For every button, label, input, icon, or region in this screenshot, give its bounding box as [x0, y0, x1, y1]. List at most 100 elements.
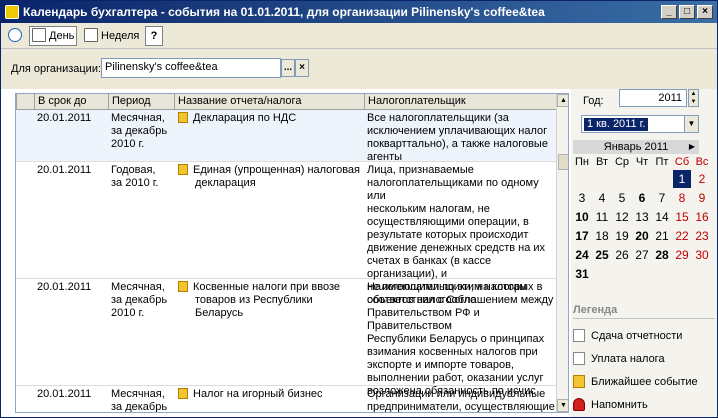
legend-label: Ближайшее событие [591, 376, 698, 388]
cell-text: за декабрь [111, 125, 168, 137]
report-icon [178, 281, 188, 292]
header-taxpayer[interactable]: Налогоплательщик [364, 94, 556, 110]
week-view-button[interactable]: Неделя [81, 26, 141, 46]
cell-text: товаров из Республики Беларусь [195, 294, 313, 319]
refresh-icon [8, 28, 22, 42]
calendar-day[interactable]: 1 [673, 170, 691, 188]
calendar-day[interactable]: 11 [593, 208, 611, 226]
cell-text: Налог на игорный бизнес [193, 388, 323, 400]
cell-period: Месячная, за декабрь [111, 388, 173, 412]
calendar-month-header: Январь 2011 ▶ [573, 140, 699, 154]
report-icon [178, 164, 188, 175]
table-row[interactable]: 20.01.2011 Месячная, за декабрь 2010 г. Декл… [16, 110, 556, 164]
cell-report-name: Декларация по НДС [178, 112, 362, 125]
calendar-day[interactable]: 27 [633, 246, 651, 264]
calendar-day[interactable]: 16 [693, 208, 711, 226]
cell-period: Месячная, за декабрь 2010 г. [111, 281, 173, 320]
cell-text: нескольким налогам, не [367, 203, 490, 215]
refresh-button[interactable] [5, 26, 27, 46]
table-row[interactable]: 20.01.2011 Месячная, за декабрь Налог на иг… [16, 386, 556, 412]
chevron-down-icon[interactable]: ▼ [684, 116, 698, 132]
cell-text: за декабрь [111, 294, 168, 306]
calendar-day[interactable]: 22 [673, 227, 691, 245]
calendar-day[interactable]: 17 [573, 227, 591, 245]
calendar-day[interactable]: 14 [653, 208, 671, 226]
calendar-day[interactable]: 8 [673, 189, 691, 207]
calendar-day[interactable]: 9 [693, 189, 711, 207]
title-bar: Календарь бухгалтера - события на 01.01.… [1, 1, 717, 23]
calendar-day[interactable]: 20 [633, 227, 651, 245]
calendar-day[interactable]: 31 [573, 265, 591, 283]
calendar-day[interactable]: 24 [573, 246, 591, 264]
select-organization-button[interactable]: ... [281, 59, 295, 77]
help-button[interactable]: ? [145, 26, 163, 46]
calendar-day[interactable]: 19 [613, 227, 631, 245]
calendar-day[interactable]: 30 [693, 246, 711, 264]
calendar-day[interactable]: 13 [633, 208, 651, 226]
scroll-down-icon[interactable]: ▼ [557, 399, 568, 412]
day-view-button[interactable]: День [29, 26, 77, 46]
table-row[interactable]: 20.01.2011 Месячная, за декабрь 2010 г. Косв… [16, 279, 556, 397]
cell-text: Месячная, [111, 281, 165, 293]
close-button[interactable]: × [697, 5, 713, 19]
weekday-row: Пн Вт Ср Чт Пт Сб Вс [571, 155, 717, 169]
cell-taxpayer: Все налогоплательщики (за исключением упл… [367, 112, 555, 164]
header-due-date[interactable]: В срок до [34, 94, 108, 110]
next-month-icon[interactable]: ▶ [689, 140, 695, 154]
clear-organization-button[interactable]: × [295, 59, 309, 77]
app-icon [5, 5, 19, 19]
cell-report-name: Налог на игорный бизнес [178, 388, 362, 401]
minimize-button[interactable]: _ [661, 5, 677, 19]
organization-field[interactable]: Pilinensky's coffee&tea [101, 58, 281, 78]
cell-text: Все налогоплательщики (за [367, 112, 509, 124]
calendar-day[interactable]: 10 [573, 208, 591, 226]
calendar-day[interactable]: 7 [653, 189, 671, 207]
cell-text: результате которых происходит [367, 229, 529, 241]
scroll-up-icon[interactable]: ▲ [557, 94, 568, 107]
toolbar: День Неделя ? [1, 23, 717, 49]
year-field[interactable]: 2011 [619, 89, 687, 107]
year-spinner[interactable]: ▲ ▼ [688, 89, 699, 107]
tax-payment-icon [573, 352, 585, 365]
table-row[interactable]: 20.01.2011 Годовая, за 2010 г. Единая (упро… [16, 162, 556, 306]
calendar-day[interactable]: 25 [593, 246, 611, 264]
window-title: Календарь бухгалтера - события на 01.01.… [23, 5, 545, 19]
calendar-day[interactable]: 21 [653, 227, 671, 245]
calendar-day[interactable]: 26 [613, 246, 631, 264]
calendar-day[interactable]: 29 [673, 246, 691, 264]
vertical-scrollbar[interactable]: ▲ ▼ [556, 94, 568, 412]
cell-text: 20.01.2011 [37, 388, 92, 400]
calendar-day[interactable]: 28 [653, 246, 671, 264]
calendar-day[interactable]: 3 [573, 189, 591, 207]
cell-text: Правительством РФ и Правительством [367, 307, 480, 332]
calendar-day[interactable]: 23 [693, 227, 711, 245]
year-down-icon[interactable]: ▼ [689, 98, 698, 106]
cell-text: соответствии с Соглашением между [367, 294, 554, 306]
cell-taxpayer: Организации или индивидуальные предприним… [367, 388, 555, 412]
organization-label: Для организации: [11, 63, 102, 75]
cell-text: покварттально), а также налоговые [367, 138, 548, 150]
scroll-thumb[interactable] [558, 154, 568, 170]
cell-due-date: 20.01.2011 [37, 112, 107, 125]
cell-text: Декларация по НДС [193, 112, 297, 124]
week-label: Неделя [101, 30, 140, 42]
calendar-day[interactable]: 5 [613, 189, 631, 207]
calendar-day[interactable]: 6 [633, 189, 651, 207]
calendar-day[interactable]: 18 [593, 227, 611, 245]
day-icon [32, 28, 46, 42]
weekday-label: Ср [614, 156, 630, 168]
quarter-select[interactable]: 1 кв. 2011 г. ▼ [581, 115, 699, 133]
cell-period: Годовая, за 2010 г. [111, 164, 173, 190]
header-period[interactable]: Период [108, 94, 174, 110]
cell-text: декларация [195, 177, 256, 189]
header-report-name[interactable]: Название отчета/налога [174, 94, 364, 110]
cell-due-date: 20.01.2011 [37, 388, 107, 401]
calendar-day[interactable]: 12 [613, 208, 631, 226]
year-up-icon[interactable]: ▲ [689, 90, 698, 98]
cell-report-name: Единая (упрощенная) налоговая декларация [178, 164, 362, 190]
legend-item: Напомнить [573, 397, 648, 413]
calendar-day[interactable]: 4 [593, 189, 611, 207]
calendar-day[interactable]: 15 [673, 208, 691, 226]
maximize-button[interactable]: □ [679, 5, 695, 19]
calendar-day[interactable]: 2 [693, 170, 711, 188]
